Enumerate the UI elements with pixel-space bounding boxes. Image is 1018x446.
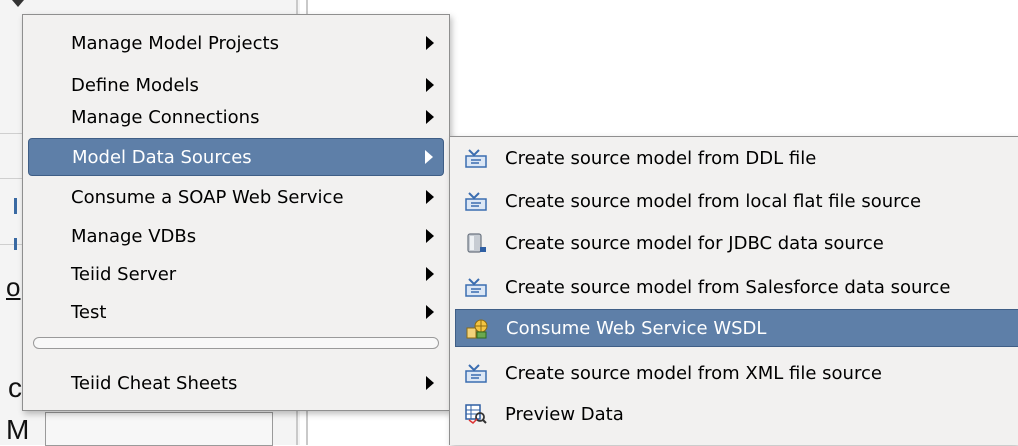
web-service-icon — [466, 319, 488, 339]
menu-item-label: Define Models — [71, 74, 199, 96]
background-text-fragment: c — [8, 372, 22, 403]
submenu-arrow-icon — [426, 78, 434, 92]
background-text-fragment: M — [6, 414, 30, 445]
submenu-item-label: Create source model from Salesforce data… — [505, 276, 951, 298]
import-model-icon — [465, 149, 487, 168]
model-data-sources-submenu: Create source model from DDL file Create… — [449, 136, 1018, 445]
menu-item-teiid-cheat-sheets[interactable]: Teiid Cheat Sheets — [28, 364, 444, 402]
menu-item-label: Teiid Cheat Sheets — [71, 372, 238, 394]
background-field — [45, 412, 273, 446]
menu-item-label: Consume a SOAP Web Service — [71, 186, 344, 208]
chevron-down-icon — [12, 0, 24, 7]
submenu-arrow-icon — [425, 150, 433, 164]
background-rule — [0, 133, 22, 134]
submenu-item-label: Create source model from local flat file… — [505, 190, 922, 212]
background-rule — [0, 244, 22, 245]
import-model-icon — [465, 192, 487, 211]
menu-item-manage-connections[interactable]: Manage Connections — [28, 98, 444, 136]
menu-item-model-data-sources[interactable]: Model Data Sources — [28, 138, 444, 176]
submenu-item-label: Create source model from DDL file — [505, 147, 817, 169]
menu-item-label: Manage Connections — [71, 106, 260, 128]
menu-item-label: Teiid Server — [71, 263, 177, 285]
submenu-arrow-icon — [426, 267, 434, 281]
database-icon — [467, 233, 486, 253]
submenu-item-flat-file[interactable]: Create source model from local flat file… — [455, 182, 1018, 220]
submenu-arrow-icon — [426, 376, 434, 390]
submenu-arrow-icon — [426, 110, 434, 124]
submenu-item-label: Create source model from XML file source — [505, 362, 882, 384]
submenu-item-jdbc[interactable]: Create source model for JDBC data source — [455, 224, 1018, 262]
menu-item-label: Model Data Sources — [72, 146, 252, 168]
menu-item-test[interactable]: Test — [28, 293, 444, 331]
submenu-item-label: Preview Data — [505, 403, 624, 425]
import-model-icon — [465, 364, 487, 383]
submenu-item-consume-wsdl[interactable]: Consume Web Service WSDL — [455, 309, 1018, 347]
main-menu: Manage Model Projects Define Models Mana… — [22, 14, 450, 411]
menu-item-manage-model-projects[interactable]: Manage Model Projects — [28, 24, 444, 62]
submenu-item-xml-file[interactable]: Create source model from XML file source — [455, 354, 1018, 392]
background-link-fragment: o — [6, 272, 21, 302]
submenu-item-salesforce[interactable]: Create source model from Salesforce data… — [455, 268, 1018, 306]
submenu-item-preview-data[interactable]: Preview Data — [455, 395, 1018, 433]
import-model-icon — [465, 278, 487, 297]
submenu-item-label: Create source model for JDBC data source — [505, 232, 884, 254]
menu-item-label: Manage Model Projects — [71, 32, 279, 54]
menu-item-manage-vdbs[interactable]: Manage VDBs — [28, 217, 444, 255]
background-marker — [14, 238, 17, 250]
menu-item-label: Test — [71, 301, 107, 323]
submenu-arrow-icon — [426, 229, 434, 243]
preview-data-icon — [465, 404, 487, 424]
background-rule — [0, 178, 22, 179]
menu-separator — [33, 337, 439, 349]
submenu-arrow-icon — [426, 190, 434, 204]
submenu-item-ddl-file[interactable]: Create source model from DDL file — [455, 139, 1018, 177]
menu-item-label: Manage VDBs — [71, 225, 197, 247]
submenu-arrow-icon — [426, 36, 434, 50]
submenu-arrow-icon — [426, 305, 434, 319]
submenu-item-label: Consume Web Service WSDL — [506, 317, 767, 339]
background-marker — [14, 198, 17, 214]
menu-item-teiid-server[interactable]: Teiid Server — [28, 255, 444, 293]
menu-item-consume-soap-web-service[interactable]: Consume a SOAP Web Service — [28, 178, 444, 216]
